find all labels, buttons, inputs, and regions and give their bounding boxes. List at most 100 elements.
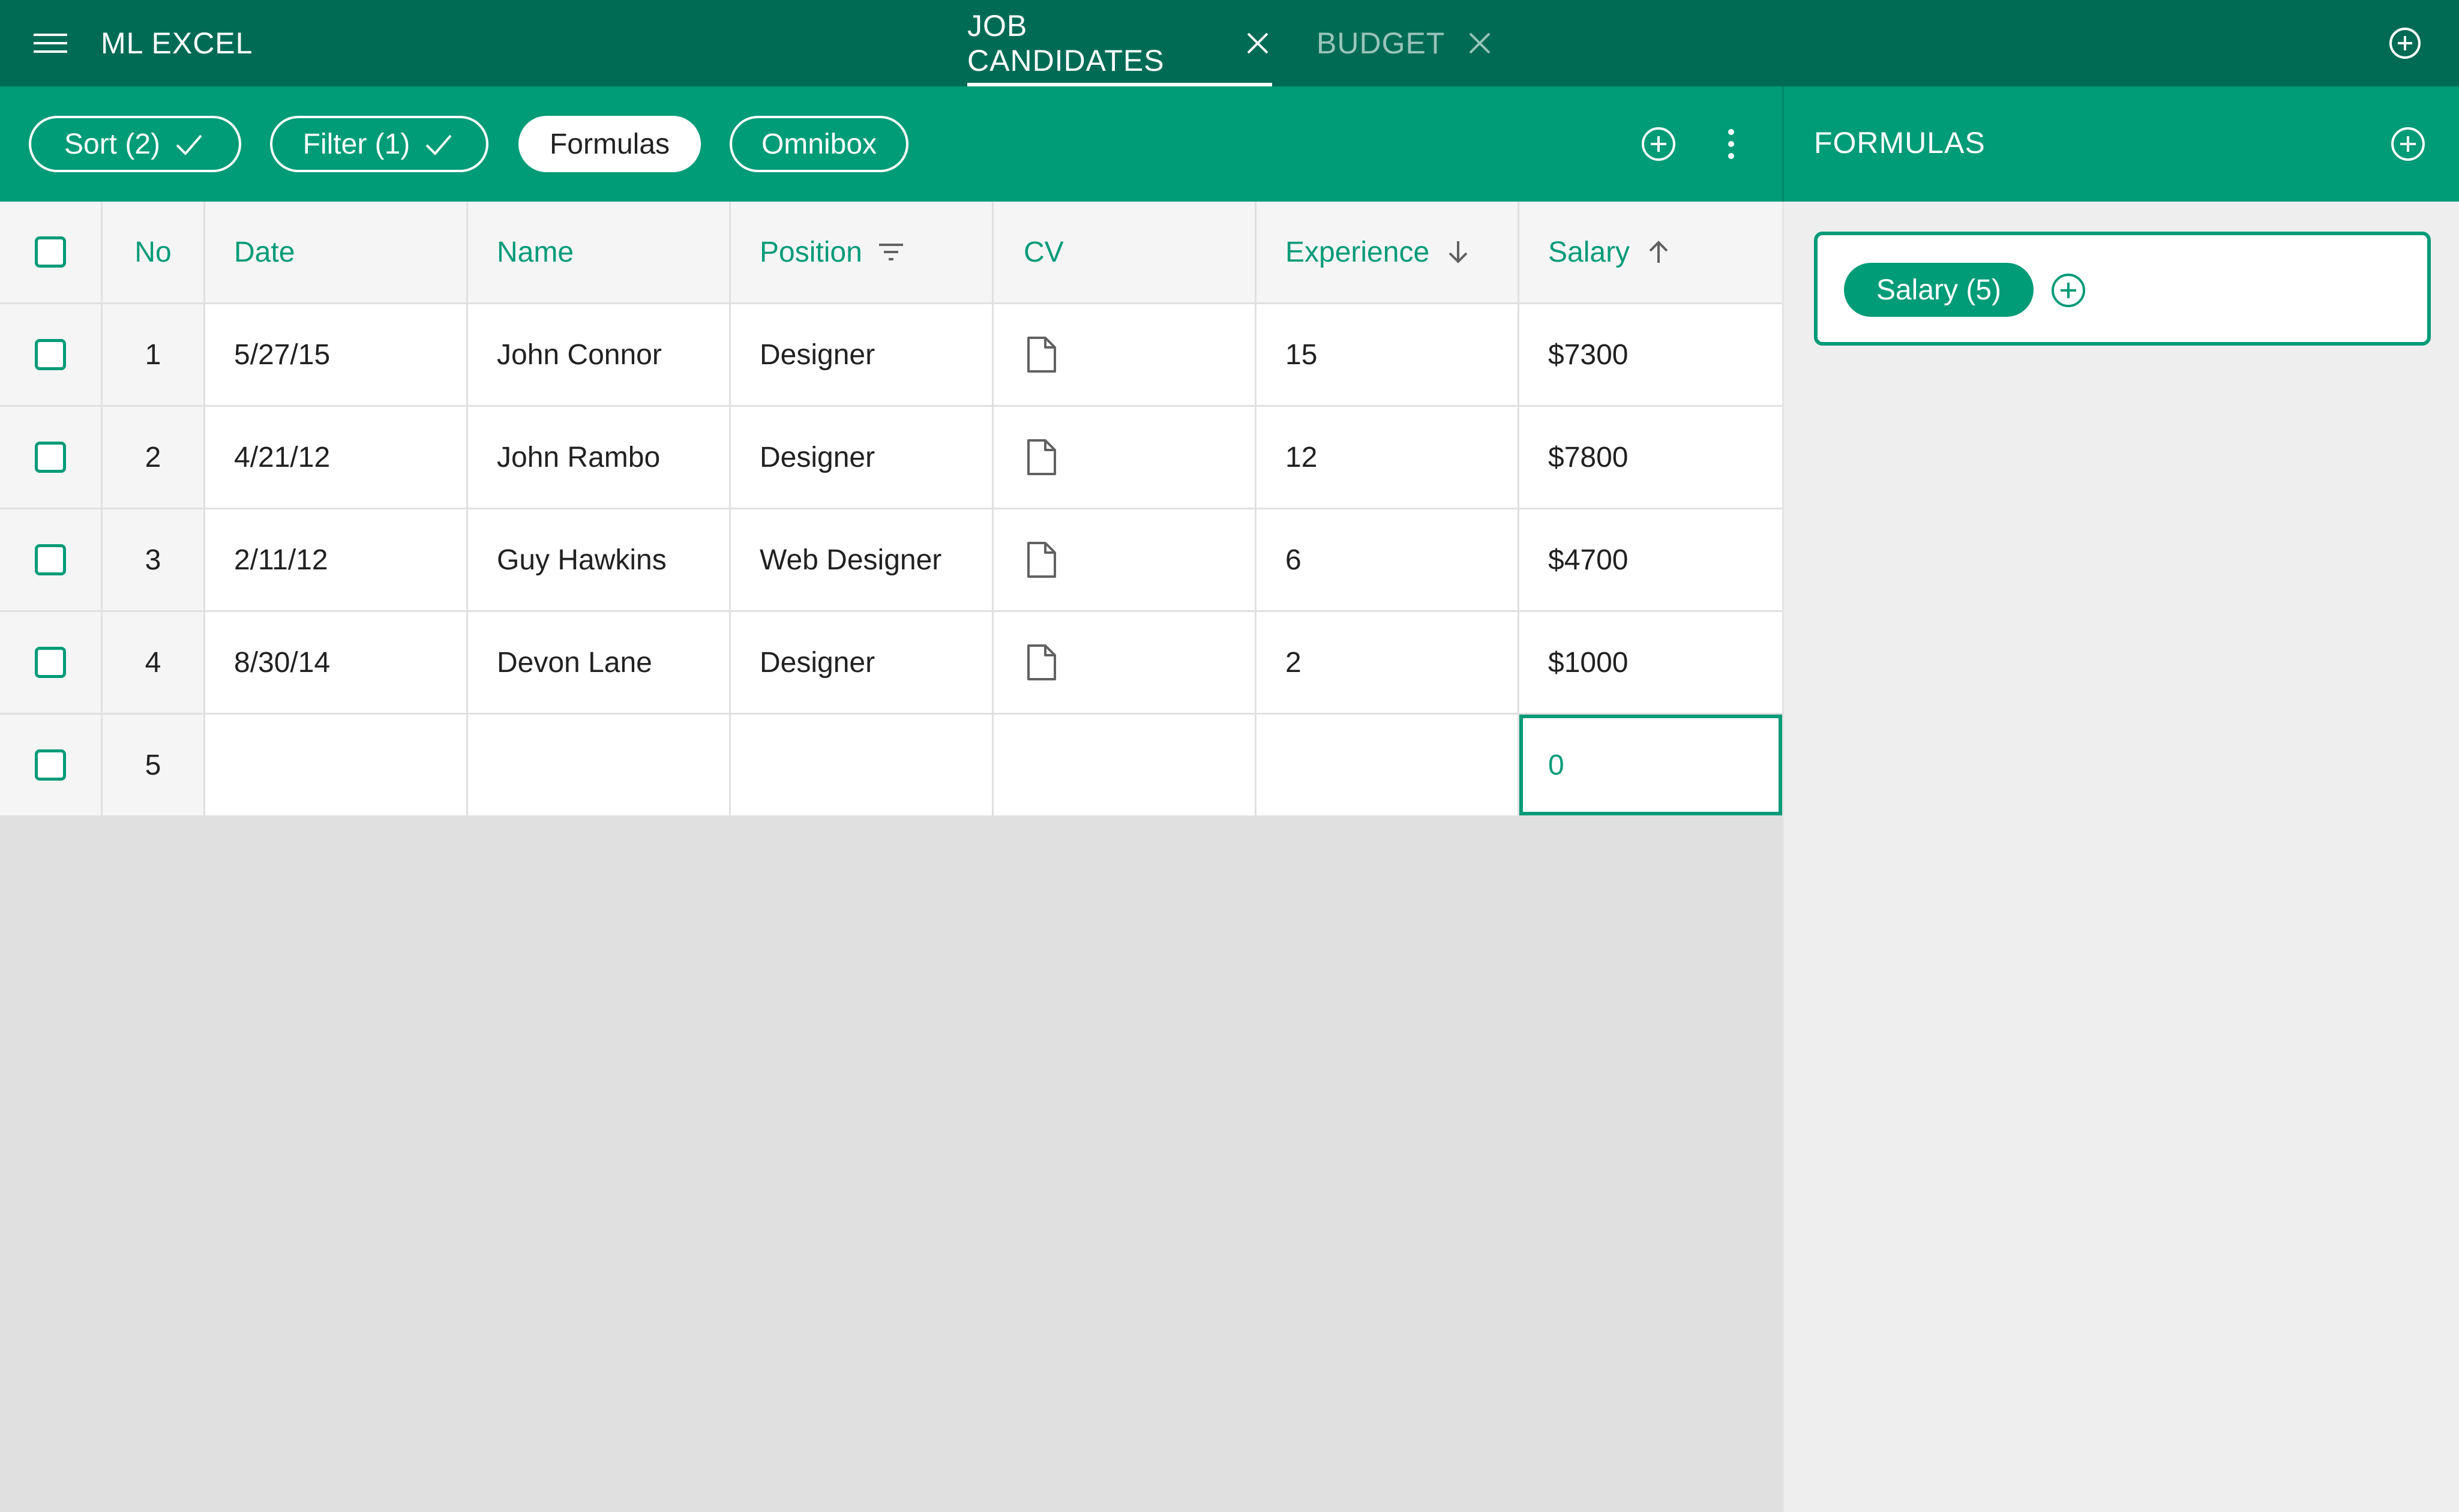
cell-experience[interactable]: 2 bbox=[1257, 612, 1519, 713]
cell-no: 4 bbox=[103, 612, 205, 713]
app-title: ML EXCEL bbox=[101, 26, 253, 60]
arrow-down-icon[interactable] bbox=[1444, 238, 1473, 266]
cell-experience[interactable] bbox=[1257, 715, 1519, 815]
column-header-date[interactable]: Date bbox=[205, 202, 468, 302]
cell-position[interactable] bbox=[731, 715, 994, 815]
document-icon[interactable] bbox=[1024, 541, 1060, 579]
sort-chip[interactable]: Sort (2) bbox=[29, 116, 241, 172]
cell-name[interactable]: Devon Lane bbox=[468, 612, 731, 713]
cell-cv[interactable] bbox=[994, 509, 1257, 610]
cell-no: 1 bbox=[103, 304, 205, 405]
table-row: 4 8/30/14 Devon Lane Designer 2 $1000 bbox=[0, 612, 1782, 715]
table-header-row: No Date Name Position CV Experience Sala… bbox=[0, 202, 1782, 304]
cell-salary[interactable]: $7800 bbox=[1519, 407, 1782, 508]
check-icon bbox=[425, 134, 452, 155]
filter-icon[interactable] bbox=[877, 238, 905, 266]
tab-budget[interactable]: BUDGET bbox=[1317, 0, 1494, 86]
column-header-experience[interactable]: Experience bbox=[1257, 202, 1519, 302]
document-icon[interactable] bbox=[1024, 643, 1060, 682]
header-select-cell bbox=[0, 202, 103, 302]
add-icon[interactable] bbox=[1641, 126, 1677, 162]
cell-position[interactable]: Web Designer bbox=[731, 509, 994, 610]
cell-experience[interactable]: 15 bbox=[1257, 304, 1519, 405]
table-row: 3 2/11/12 Guy Hawkins Web Designer 6 $47… bbox=[0, 509, 1782, 612]
row-checkbox[interactable] bbox=[35, 544, 66, 575]
check-icon bbox=[176, 134, 202, 155]
column-header-position[interactable]: Position bbox=[731, 202, 994, 302]
column-label: Salary bbox=[1548, 236, 1630, 268]
row-checkbox[interactable] bbox=[35, 647, 66, 678]
tab-job-candidates[interactable]: JOB CANDIDATES bbox=[967, 0, 1272, 86]
formula-editor[interactable]: Salary (5) bbox=[1814, 232, 2431, 346]
formula-chip-label: Salary (5) bbox=[1876, 274, 2002, 306]
formulas-panel-header: FORMULAS bbox=[1782, 86, 2459, 202]
sort-chip-label: Sort (2) bbox=[64, 128, 161, 160]
cell-experience[interactable]: 12 bbox=[1257, 407, 1519, 508]
cell-salary[interactable]: $7300 bbox=[1519, 304, 1782, 405]
menu-icon[interactable] bbox=[32, 26, 68, 60]
cell-date[interactable]: 8/30/14 bbox=[205, 612, 468, 713]
cell-salary[interactable]: $4700 bbox=[1519, 509, 1782, 610]
cell-position[interactable]: Designer bbox=[731, 304, 994, 405]
cell-position[interactable]: Designer bbox=[731, 612, 994, 713]
cell-name[interactable] bbox=[468, 715, 731, 815]
more-vertical-icon[interactable] bbox=[1721, 126, 1741, 162]
formula-chip-salary[interactable]: Salary (5) bbox=[1844, 263, 2034, 317]
cell-date[interactable]: 5/27/15 bbox=[205, 304, 468, 405]
cell-date[interactable] bbox=[205, 715, 468, 815]
omnibox-chip-label: Omnibox bbox=[761, 128, 877, 160]
formulas-panel: Salary (5) bbox=[1782, 202, 2459, 1512]
column-label: Experience bbox=[1285, 236, 1430, 268]
tab-label: BUDGET bbox=[1317, 26, 1446, 60]
cell-name[interactable]: John Rambo bbox=[468, 407, 731, 508]
select-all-checkbox[interactable] bbox=[35, 236, 66, 268]
row-checkbox[interactable] bbox=[35, 442, 66, 473]
cell-no: 5 bbox=[103, 715, 205, 815]
row-select-cell bbox=[0, 715, 103, 815]
document-icon[interactable] bbox=[1024, 438, 1060, 476]
cell-date[interactable]: 2/11/12 bbox=[205, 509, 468, 610]
toolbar: Sort (2) Filter (1) Formulas Omnibox bbox=[0, 86, 1782, 202]
cell-cv[interactable] bbox=[994, 407, 1257, 508]
cell-name[interactable]: Guy Hawkins bbox=[468, 509, 731, 610]
omnibox-chip[interactable]: Omnibox bbox=[730, 116, 908, 172]
cell-cv[interactable] bbox=[994, 612, 1257, 713]
table-row: 5 0 bbox=[0, 715, 1782, 817]
cell-salary[interactable]: $1000 bbox=[1519, 612, 1782, 713]
filter-chip[interactable]: Filter (1) bbox=[270, 116, 488, 172]
column-header-cv[interactable]: CV bbox=[994, 202, 1257, 302]
column-label: Position bbox=[760, 236, 862, 268]
row-select-cell bbox=[0, 304, 103, 405]
active-cell-salary[interactable]: 0 bbox=[1519, 715, 1782, 815]
cell-name[interactable]: John Connor bbox=[468, 304, 731, 405]
column-label: No bbox=[134, 236, 172, 268]
column-header-name[interactable]: Name bbox=[468, 202, 731, 302]
row-checkbox[interactable] bbox=[35, 749, 66, 781]
add-tab-icon[interactable] bbox=[2388, 26, 2422, 60]
app-bar: ML EXCEL JOB CANDIDATES BUDGET bbox=[0, 0, 2459, 86]
cell-cv[interactable] bbox=[994, 715, 1257, 815]
close-icon[interactable] bbox=[1243, 29, 1272, 58]
table-row: 2 4/21/12 John Rambo Designer 12 $7800 bbox=[0, 407, 1782, 509]
cell-date[interactable]: 4/21/12 bbox=[205, 407, 468, 508]
row-select-cell bbox=[0, 612, 103, 713]
row-select-cell bbox=[0, 407, 103, 508]
add-formula-icon[interactable] bbox=[2390, 126, 2426, 162]
filter-chip-label: Filter (1) bbox=[302, 128, 410, 160]
cell-position[interactable]: Designer bbox=[731, 407, 994, 508]
row-select-cell bbox=[0, 509, 103, 610]
column-label: CV bbox=[1024, 236, 1064, 268]
column-header-salary[interactable]: Salary bbox=[1519, 202, 1782, 302]
add-formula-term-icon[interactable] bbox=[2050, 272, 2086, 308]
cell-cv[interactable] bbox=[994, 304, 1257, 405]
close-icon[interactable] bbox=[1465, 29, 1494, 58]
formulas-chip[interactable]: Formulas bbox=[518, 116, 701, 172]
cell-experience[interactable]: 6 bbox=[1257, 509, 1519, 610]
formulas-chip-label: Formulas bbox=[549, 128, 670, 160]
document-icon[interactable] bbox=[1024, 335, 1060, 374]
row-checkbox[interactable] bbox=[35, 339, 66, 370]
arrow-up-icon[interactable] bbox=[1644, 238, 1673, 266]
column-label: Name bbox=[497, 236, 574, 268]
column-header-no[interactable]: No bbox=[103, 202, 205, 302]
cell-no: 3 bbox=[103, 509, 205, 610]
